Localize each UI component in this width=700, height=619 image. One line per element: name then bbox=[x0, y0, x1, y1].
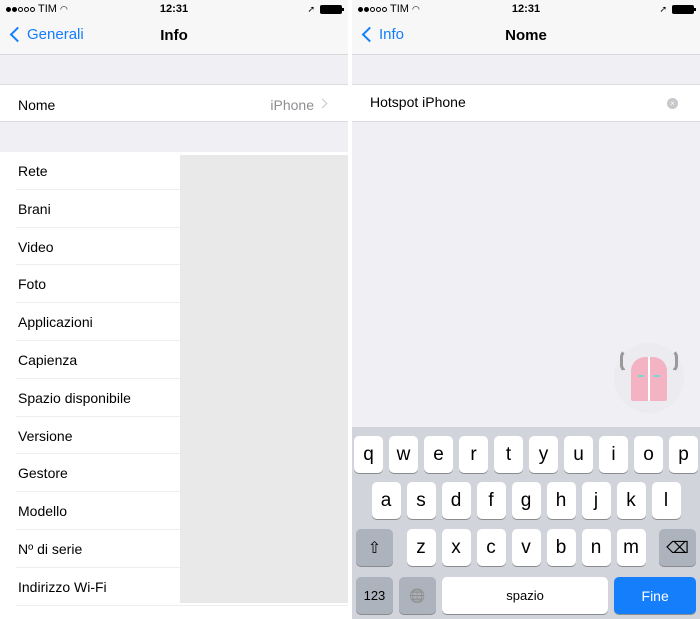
key-x[interactable]: x bbox=[441, 529, 471, 566]
keyboard-row-3: ⇧ zxcvbnm ⌫ bbox=[352, 529, 700, 566]
globe-icon: 🌐 bbox=[409, 587, 426, 603]
nome-value: iPhone bbox=[270, 97, 314, 113]
status-bar: TIM ◠ 12:31 ➚ bbox=[352, 0, 700, 18]
clock: 12:31 bbox=[159, 3, 189, 15]
info-screen: TIM ◠ 12:31 ➚ Generali Info Nome iPhone … bbox=[0, 0, 348, 619]
keyboard-row-1: qwertyuiop bbox=[352, 436, 700, 473]
key-j[interactable]: j bbox=[581, 482, 611, 519]
keyboard: qwertyuiop asdfghjkl ⇧ zxcvbnm ⌫ 123 🌐 s… bbox=[352, 427, 700, 619]
key-k[interactable]: k bbox=[616, 482, 646, 519]
key-i[interactable]: i bbox=[599, 436, 628, 473]
page-title: Info bbox=[160, 27, 188, 44]
delete-key[interactable]: ⌫ bbox=[659, 529, 696, 566]
keyboard-row-4: 123 🌐 spazio Fine bbox=[352, 577, 700, 614]
clear-text-icon[interactable]: × bbox=[667, 98, 678, 109]
key-c[interactable]: c bbox=[476, 529, 506, 566]
location-icon: ➚ bbox=[307, 4, 315, 14]
key-s[interactable]: s bbox=[406, 482, 436, 519]
globe-key[interactable]: 🌐 bbox=[398, 577, 436, 614]
key-b[interactable]: b bbox=[546, 529, 576, 566]
key-r[interactable]: r bbox=[459, 436, 488, 473]
watermark-logo bbox=[614, 343, 684, 413]
nome-label: Nome bbox=[18, 97, 56, 113]
nav-bar: Generali Info bbox=[0, 18, 348, 55]
space-key[interactable]: spazio bbox=[441, 577, 609, 614]
backspace-icon: ⌫ bbox=[666, 539, 689, 557]
key-q[interactable]: q bbox=[354, 436, 383, 473]
numbers-key[interactable]: 123 bbox=[356, 577, 393, 614]
key-u[interactable]: u bbox=[564, 436, 593, 473]
shift-icon: ⇧ bbox=[367, 539, 382, 557]
key-n[interactable]: n bbox=[581, 529, 611, 566]
key-v[interactable]: v bbox=[511, 529, 541, 566]
clock: 12:31 bbox=[511, 3, 541, 15]
key-w[interactable]: w bbox=[389, 436, 418, 473]
key-e[interactable]: e bbox=[424, 436, 453, 473]
key-f[interactable]: f bbox=[476, 482, 506, 519]
key-g[interactable]: g bbox=[511, 482, 541, 519]
key-h[interactable]: h bbox=[546, 482, 576, 519]
page-title: Nome bbox=[505, 27, 547, 44]
key-o[interactable]: o bbox=[634, 436, 663, 473]
key-p[interactable]: p bbox=[669, 436, 698, 473]
helmet-icon bbox=[631, 357, 667, 401]
name-input[interactable] bbox=[370, 94, 650, 110]
done-key[interactable]: Fine bbox=[614, 577, 697, 614]
key-y[interactable]: y bbox=[529, 436, 558, 473]
key-m[interactable]: m bbox=[616, 529, 646, 566]
key-z[interactable]: z bbox=[406, 529, 436, 566]
nav-bar: Info Nome bbox=[352, 18, 700, 55]
key-d[interactable]: d bbox=[441, 482, 471, 519]
key-a[interactable]: a bbox=[371, 482, 401, 519]
battery-icon bbox=[320, 5, 344, 14]
key-t[interactable]: t bbox=[494, 436, 523, 473]
battery-icon bbox=[672, 5, 696, 14]
redacted-values bbox=[180, 155, 348, 603]
shift-key[interactable]: ⇧ bbox=[356, 529, 393, 566]
nome-row[interactable]: Nome iPhone bbox=[0, 84, 348, 122]
status-bar: TIM ◠ 12:31 ➚ bbox=[0, 0, 348, 18]
name-field-row: × bbox=[352, 84, 700, 122]
location-icon: ➚ bbox=[659, 4, 667, 14]
chevron-right-icon bbox=[317, 98, 328, 109]
nome-screen: TIM ◠ 12:31 ➚ Info Nome × qwertyuiop asd… bbox=[352, 0, 700, 619]
key-l[interactable]: l bbox=[651, 482, 681, 519]
keyboard-row-2: asdfghjkl bbox=[352, 482, 700, 519]
